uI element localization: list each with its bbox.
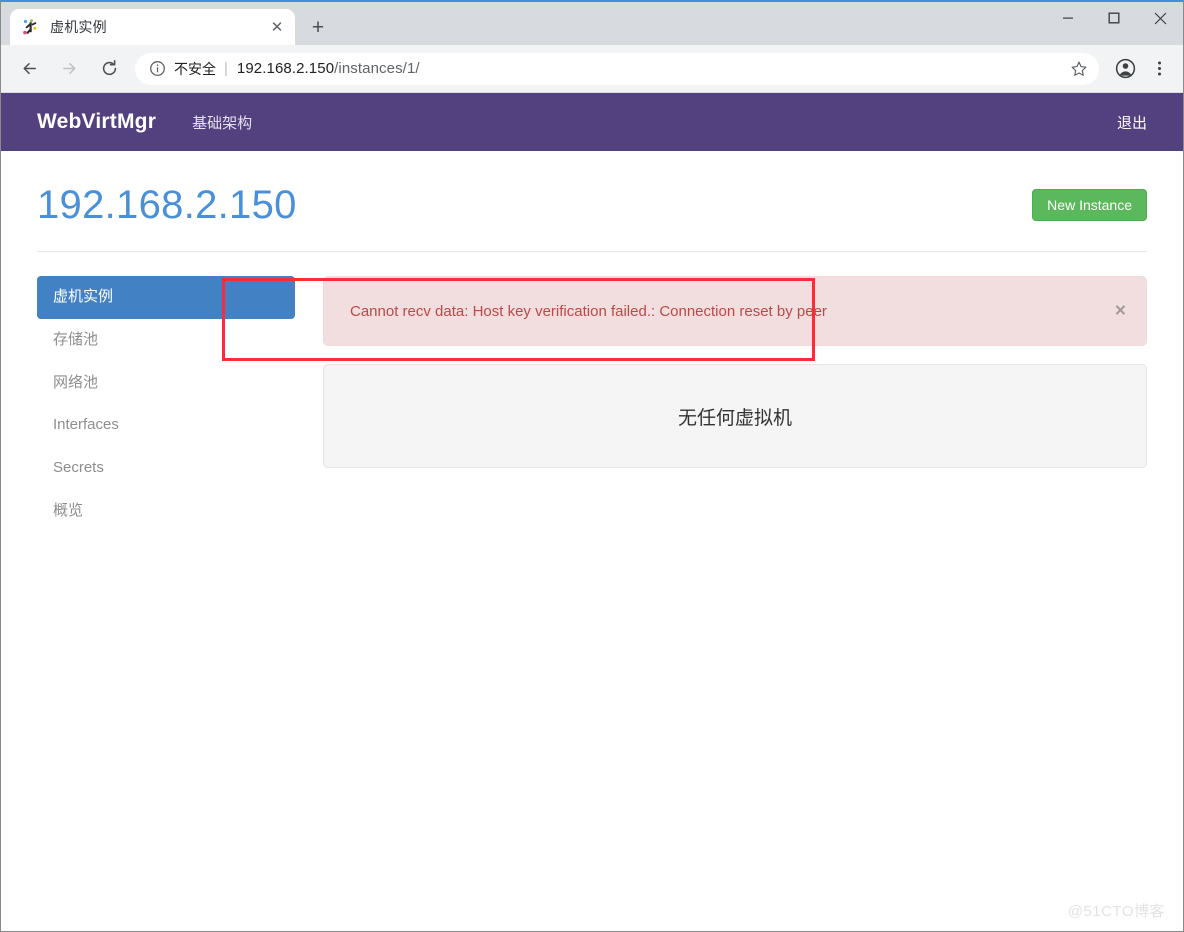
header-divider: [37, 251, 1147, 252]
browser-toolbar: 不安全 | 192.168.2.150/instances/1/: [1, 45, 1183, 93]
reload-icon[interactable]: [92, 52, 126, 86]
sidebar-nav: 虚机实例 存储池 网络池 Interfaces Secrets 概览: [37, 268, 295, 533]
info-circle-icon[interactable]: [149, 60, 166, 77]
profile-avatar-icon[interactable]: [1109, 53, 1141, 85]
omnibox-separator: |: [224, 60, 228, 77]
address-bar[interactable]: 不安全 | 192.168.2.150/instances/1/: [135, 52, 1099, 85]
forward-arrow-icon: [52, 52, 86, 86]
url-text: 192.168.2.150/instances/1/: [237, 60, 420, 77]
navbar-right: 退出: [1117, 112, 1147, 133]
webvirtmgr-favicon: [22, 18, 40, 36]
browser-window: 虚机实例 ✕ + 不安全 | 192.168.2.150/instances/1…: [0, 0, 1184, 932]
page-header: 192.168.2.150 New Instance: [37, 151, 1147, 227]
page-container: 192.168.2.150 New Instance 虚机实例 存储池 网络池 …: [1, 151, 1183, 533]
three-dot-menu-icon[interactable]: [1143, 53, 1175, 85]
main-content: Cannot recv data: Host key verification …: [323, 268, 1147, 468]
window-controls: [1045, 2, 1183, 45]
star-icon[interactable]: [1065, 55, 1093, 83]
brand-logo[interactable]: WebVirtMgr: [37, 110, 156, 134]
sidebar-item-networks[interactable]: 网络池: [37, 362, 295, 405]
sidebar-item-storages[interactable]: 存储池: [37, 319, 295, 362]
watermark: @51CTO博客: [1067, 903, 1165, 920]
new-instance-button[interactable]: New Instance: [1032, 189, 1147, 221]
sidebar-item-instances[interactable]: 虚机实例: [37, 276, 295, 319]
back-arrow-icon[interactable]: [12, 52, 46, 86]
security-status-label: 不安全: [174, 60, 216, 77]
browser-tab-strip: 虚机实例 ✕ +: [1, 2, 1183, 45]
empty-state-panel: 无任何虚拟机: [323, 364, 1147, 468]
page-title: 192.168.2.150: [37, 183, 297, 227]
sidebar-item-overview[interactable]: 概览: [37, 490, 295, 533]
browser-tab[interactable]: 虚机实例 ✕: [10, 9, 295, 45]
app-navbar: WebVirtMgr 基础架构 退出: [1, 93, 1183, 151]
error-alert: Cannot recv data: Host key verification …: [323, 276, 1147, 346]
url-host: 192.168.2.150: [236, 60, 335, 77]
empty-state-message: 无任何虚拟机: [677, 407, 792, 429]
maximize-icon[interactable]: [1091, 2, 1137, 34]
omnibox-actions: [1065, 55, 1093, 83]
page-viewport: WebVirtMgr 基础架构 退出 192.168.2.150 New Ins…: [1, 93, 1183, 931]
alert-close-icon[interactable]: ×: [1115, 302, 1126, 321]
logout-link[interactable]: 退出: [1117, 115, 1147, 132]
nav-item-infrastructure[interactable]: 基础架构: [192, 112, 252, 133]
new-tab-button[interactable]: +: [303, 12, 333, 42]
url-path: /instances/1/: [334, 60, 420, 77]
minimize-icon[interactable]: [1045, 2, 1091, 34]
sidebar-item-interfaces[interactable]: Interfaces: [37, 404, 295, 447]
browser-tab-title: 虚机实例: [50, 19, 107, 35]
error-alert-message: Cannot recv data: Host key verification …: [350, 302, 827, 320]
sidebar-item-secrets[interactable]: Secrets: [37, 447, 295, 490]
close-icon[interactable]: [1137, 2, 1183, 34]
content-row: 虚机实例 存储池 网络池 Interfaces Secrets 概览 Canno…: [37, 268, 1147, 533]
tab-close-icon[interactable]: ✕: [265, 15, 289, 39]
